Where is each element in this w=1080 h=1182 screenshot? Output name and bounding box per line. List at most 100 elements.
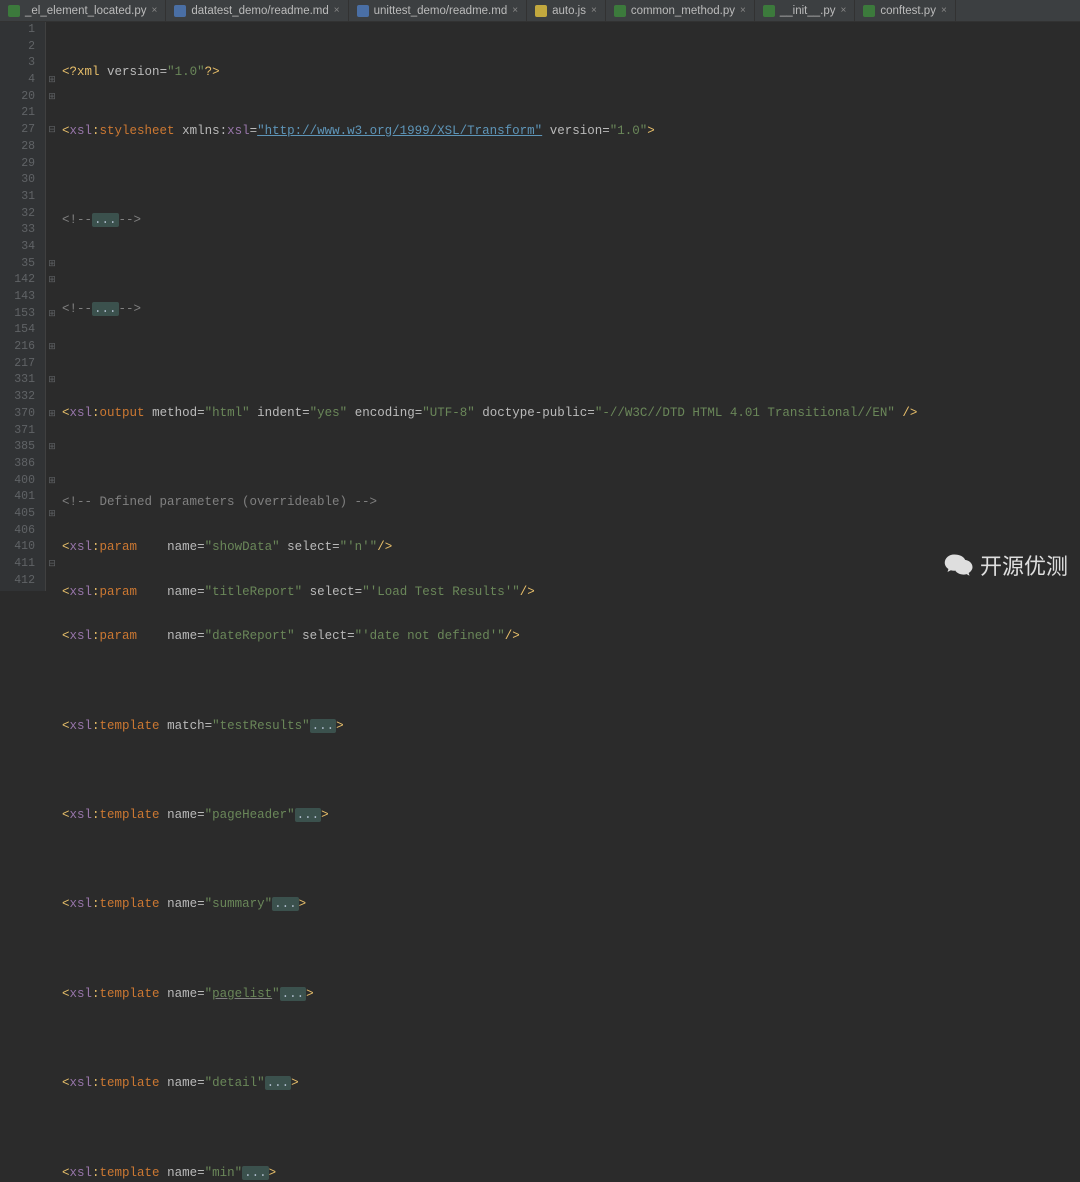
code-line-4: <!--...--> [62,212,1080,229]
code-line-31: <xsl:param name="showData" select="'n'"/… [62,539,1080,556]
line-number: 411 [0,556,35,573]
fold-marker-icon[interactable]: ⊞ [46,256,58,273]
markdown-icon [174,5,186,17]
fold-marker-icon[interactable]: ⊟ [46,122,58,139]
close-icon[interactable]: × [512,5,518,16]
fold-marker-icon[interactable]: ⊞ [46,439,58,456]
fold-marker-icon [46,55,58,72]
fold-marker-icon[interactable]: ⊞ [46,272,58,289]
python-icon [8,5,20,17]
fold-marker-icon [46,423,58,440]
line-number: 1 [0,22,35,39]
line-number: 405 [0,506,35,523]
close-icon[interactable]: × [840,5,846,16]
close-icon[interactable]: × [151,5,157,16]
code-line-32: <xsl:param name="titleReport" select="'L… [62,584,1080,601]
line-number: 216 [0,339,35,356]
line-number: 30 [0,172,35,189]
close-icon[interactable]: × [334,5,340,16]
tab-6[interactable]: conftest.py × [855,0,955,21]
line-number: 400 [0,473,35,490]
editor[interactable]: 1234202127282930313233343514214315315421… [0,22,1080,591]
python-icon [763,5,775,17]
code-line-29 [62,450,1080,467]
line-number: 385 [0,439,35,456]
fold-marker-icon [46,172,58,189]
line-number: 401 [0,489,35,506]
fold-marker-icon [46,389,58,406]
fold-marker-icon[interactable]: ⊞ [46,339,58,356]
line-number: 28 [0,139,35,156]
code-line-332: <xsl:template name="detail"...> [62,1075,1080,1092]
line-number: 371 [0,423,35,440]
code-line-371: <xsl:template name="min"...> [62,1165,1080,1182]
tab-label: __init__.py [780,5,836,17]
code-line-20 [62,257,1080,274]
close-icon[interactable]: × [591,5,597,16]
tab-0[interactable]: _el_element_located.py × [0,0,166,21]
line-number: 4 [0,72,35,89]
close-icon[interactable]: × [941,5,947,16]
fold-marker-icon [46,105,58,122]
fold-marker-icon [46,523,58,540]
tab-2[interactable]: unittest_demo/readme.md × [349,0,527,21]
fold-marker-icon[interactable]: ⊞ [46,306,58,323]
fold-marker-icon [46,39,58,56]
line-number: 370 [0,406,35,423]
tab-label: conftest.py [880,5,936,17]
fold-marker-icon [46,239,58,256]
code-line-216 [62,941,1080,958]
line-number: 3 [0,55,35,72]
line-number: 31 [0,189,35,206]
line-number: 142 [0,272,35,289]
code-line-28: <xsl:output method="html" indent="yes" e… [62,405,1080,422]
tab-label: common_method.py [631,5,735,17]
tab-3[interactable]: auto.js × [527,0,606,21]
fold-marker-icon[interactable]: ⊞ [46,406,58,423]
fold-marker-icon [46,156,58,173]
code-line-1: <?xml version="1.0"?> [62,64,1080,81]
line-number: 217 [0,356,35,373]
fold-marker-icon[interactable]: ⊞ [46,72,58,89]
line-number: 2 [0,39,35,56]
tab-1[interactable]: datatest_demo/readme.md× [166,0,348,21]
fold-marker-icon [46,206,58,223]
code-line-217: <xsl:template name="pagelist"...> [62,986,1080,1003]
close-icon[interactable]: × [740,5,746,16]
fold-gutter[interactable]: ⊞⊞⊟⊞⊞⊞⊞⊞⊞⊞⊞⊞⊟ [46,22,58,591]
line-number: 154 [0,322,35,339]
code-line-3 [62,167,1080,184]
line-number: 20 [0,89,35,106]
code-line-34 [62,673,1080,690]
fold-marker-icon [46,489,58,506]
tab-label: _el_element_located.py [25,5,146,17]
fold-marker-icon[interactable]: ⊞ [46,372,58,389]
fold-marker-icon[interactable]: ⊞ [46,506,58,523]
code-area[interactable]: <?xml version="1.0"?> <xsl:stylesheet xm… [58,22,1080,591]
markdown-icon [357,5,369,17]
line-number: 32 [0,206,35,223]
fold-marker-icon[interactable]: ⊟ [46,556,58,573]
code-line-153 [62,852,1080,869]
line-number: 29 [0,156,35,173]
line-number: 410 [0,539,35,556]
code-line-2: <xsl:stylesheet xmlns:xsl="http://www.w3… [62,123,1080,140]
tab-label: auto.js [552,5,586,17]
fold-marker-icon [46,222,58,239]
line-number: 27 [0,122,35,139]
tab-5[interactable]: __init__.py × [755,0,855,21]
tab-4[interactable]: common_method.py × [606,0,755,21]
line-number: 143 [0,289,35,306]
python-icon [614,5,626,17]
fold-marker-icon[interactable]: ⊞ [46,89,58,106]
line-number: 332 [0,389,35,406]
line-number-gutter: 1234202127282930313233343514214315315421… [0,22,46,591]
python-icon [863,5,875,17]
code-line-370 [62,1120,1080,1137]
line-number: 21 [0,105,35,122]
line-number: 153 [0,306,35,323]
fold-marker-icon[interactable]: ⊞ [46,473,58,490]
fold-marker-icon [46,322,58,339]
fold-marker-icon [46,456,58,473]
tab-label: unittest_demo/readme.md [374,5,508,17]
